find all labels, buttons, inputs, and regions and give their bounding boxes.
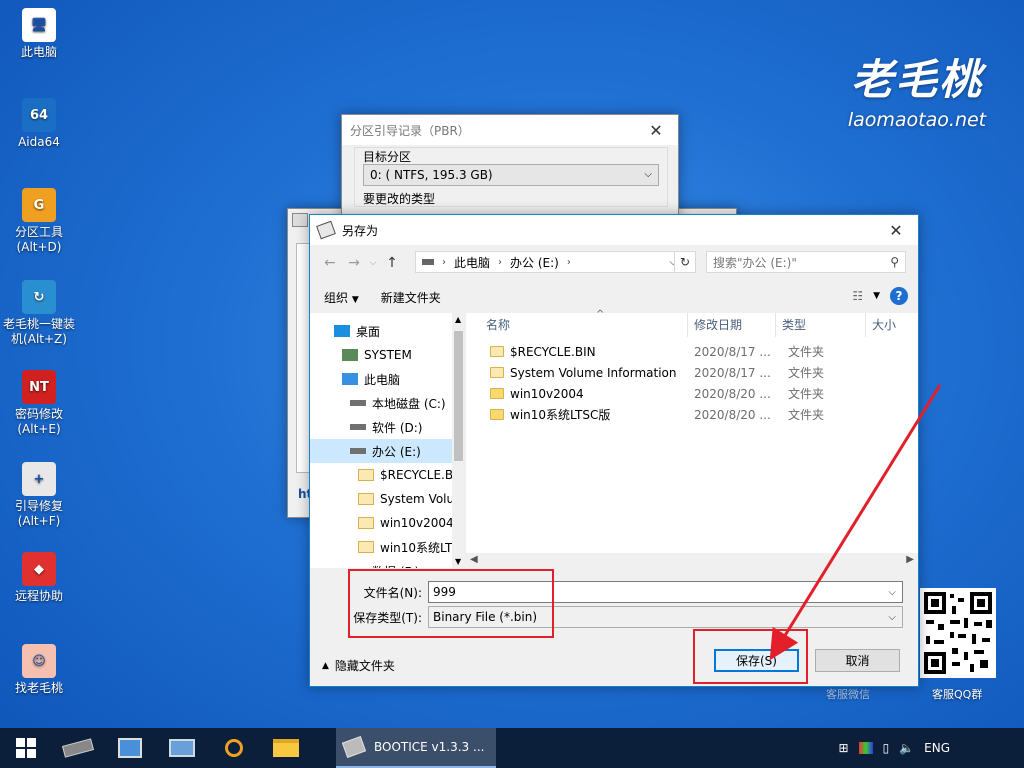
folder-shape [273, 739, 299, 757]
magnifier-shape [225, 739, 243, 757]
windows-logo [16, 738, 36, 758]
taskbar-bootice-button[interactable]: BOOTICE v1.3.3 ... [336, 728, 496, 768]
annotation-arrow [769, 384, 942, 661]
keyboard-tool-icon[interactable] [156, 728, 208, 768]
tray-expand-icon[interactable]: ⊞ [839, 741, 849, 755]
network-icon[interactable]: ▯ [883, 741, 890, 755]
taskbar: BOOTICE v1.3.3 ... ⊞ ▯ 🔈 ENG [0, 728, 1024, 768]
volume-icon[interactable]: 🔈 [899, 741, 914, 755]
search-tool-icon[interactable] [208, 728, 260, 768]
monitor-shape [118, 738, 142, 758]
tray-color-icon[interactable] [858, 742, 873, 754]
system-tray: ⊞ ▯ 🔈 ENG [839, 728, 1024, 768]
ram-chip-shape [61, 738, 95, 758]
windows-start-icon[interactable] [0, 728, 52, 768]
taskbar-bootice-label: BOOTICE v1.3.3 ... [374, 740, 485, 754]
language-indicator[interactable]: ENG [924, 741, 950, 755]
ram-chip-icon[interactable] [52, 728, 104, 768]
keyboard-shape [169, 739, 195, 757]
file-explorer-icon[interactable] [260, 728, 312, 768]
bootice-taskbar-icon [341, 736, 367, 758]
monitor-tool-icon[interactable] [104, 728, 156, 768]
